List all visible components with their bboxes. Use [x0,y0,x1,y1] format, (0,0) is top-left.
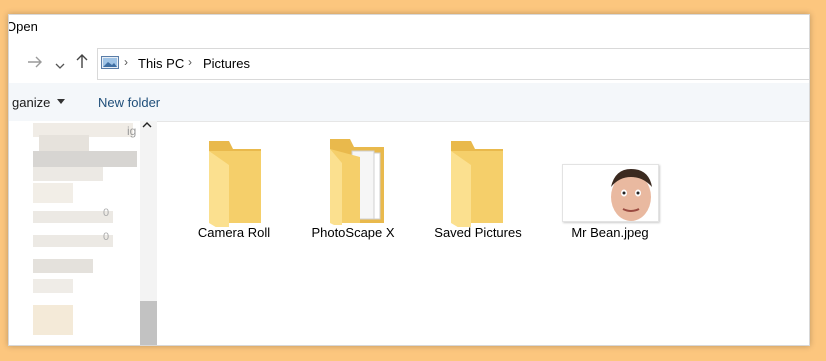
breadcrumb-separator-icon: › [188,55,192,69]
portrait-image-icon [563,165,658,221]
item-label: Mr Bean.jpeg [571,225,649,240]
pixelated-region [33,279,73,293]
pixelated-region [33,211,113,223]
item-label: Camera Roll [197,225,271,240]
item-label: PhotoScape X [311,225,395,240]
navigation-bar: › This PC › Pictures [9,41,809,83]
caret-down-icon [56,99,65,104]
recent-locations-button[interactable] [55,58,65,74]
breadcrumb-pictures[interactable]: Pictures [203,56,250,71]
folder-with-documents-icon [330,139,384,225]
address-bar[interactable]: › This PC › Pictures [97,48,809,80]
nav-text-fragment: 0 [103,231,110,243]
organize-label: ganize [12,95,51,110]
file-list: Camera Roll PhotoScape X Saved Pictures [157,121,809,345]
breadcrumb-this-pc[interactable]: This PC [138,56,184,71]
folder-icon [451,141,503,227]
pixelated-region [33,305,73,335]
nav-text-fragment: ig [127,124,137,138]
pixelated-region [33,259,93,273]
organize-button[interactable]: ganize [12,95,65,110]
window-title: Open [8,19,38,34]
navigation-pane: ig 0 0 [9,121,157,345]
nav-text-fragment: 0 [103,207,110,219]
navpane-scrollbar-thumb[interactable] [140,301,157,345]
arrow-right-icon [28,56,42,68]
up-button[interactable] [75,53,89,73]
pixelated-region [33,167,103,181]
title-bar: Open [9,15,809,41]
image-thumbnail [562,164,659,222]
pictures-folder-icon [101,56,119,69]
pixelated-region [33,235,113,247]
new-folder-button[interactable]: New folder [98,95,160,110]
folder-icon [209,141,261,227]
pixelated-region [33,151,137,167]
pixelated-region [33,183,73,203]
command-bar: ganize New folder [9,83,809,122]
scroll-up-icon[interactable] [142,121,152,132]
chevron-down-icon [55,63,65,69]
item-label: Saved Pictures [434,225,522,240]
breadcrumb-separator-icon: › [124,55,128,69]
forward-button[interactable] [27,55,43,73]
arrow-up-icon [76,54,88,68]
open-dialog: Open › This PC › Pictures ganize New fol… [8,14,810,346]
